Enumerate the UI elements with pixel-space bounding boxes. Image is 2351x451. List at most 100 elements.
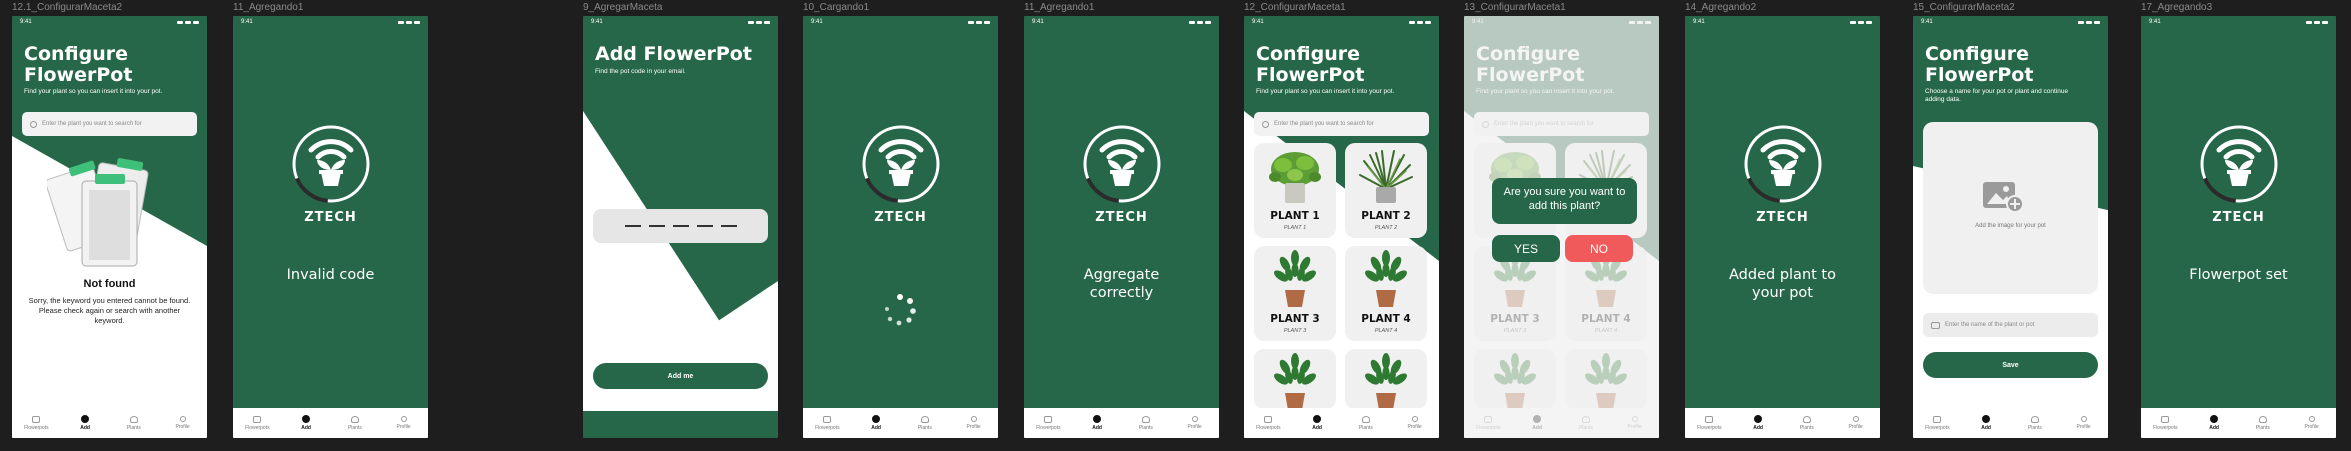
nav-flowerpots[interactable]: Flowerpots: [1028, 415, 1068, 431]
save-button[interactable]: Save: [1923, 352, 2098, 378]
nav-profile[interactable]: Profile: [384, 416, 424, 430]
add-me-button[interactable]: Add me: [593, 363, 768, 389]
plant-card[interactable]: PLANT 1 PLANT 1: [1254, 143, 1336, 238]
heart-icon: [350, 415, 359, 423]
pot-code-input[interactable]: [593, 209, 768, 243]
nav-add[interactable]: Add: [1077, 415, 1117, 431]
name-input[interactable]: Enter the name of the plant or pot: [1923, 313, 2098, 337]
plant-name: PLANT 3: [1270, 313, 1320, 325]
not-found-title: Not found: [83, 278, 136, 290]
nav-add[interactable]: Add: [1297, 415, 1337, 431]
plant-name: PLANT 2: [1361, 210, 1411, 222]
zz-plant-icon: [1265, 353, 1325, 413]
screen-added-plant: 9:41 ZTECH Added plant to your pot Flowe…: [1685, 16, 1880, 438]
nav-label: Profile: [1187, 424, 1202, 430]
nav-profile[interactable]: Profile: [954, 416, 994, 430]
brand-name: ZTECH: [1095, 210, 1148, 225]
ztech-logo-icon: [1743, 124, 1823, 204]
nav-flowerpots[interactable]: Flowerpots: [2145, 415, 2185, 431]
plant-card[interactable]: PLANT 2 PLANT 2: [1345, 143, 1427, 238]
status-bar: 9:41: [1244, 16, 1439, 28]
nav-label: Profile: [1407, 424, 1422, 430]
search-icon: [30, 120, 37, 128]
nav-profile[interactable]: Profile: [2292, 416, 2332, 430]
screen-aggregate-correctly: 9:41 ZTECH Aggregate correctly Flowerpot…: [1024, 16, 1219, 438]
nav-label: Profile: [396, 424, 411, 430]
nav-plants[interactable]: Plants: [114, 415, 154, 431]
nav-flowerpots[interactable]: Flowerpots: [1917, 415, 1957, 431]
flowerpot-icon: [1705, 415, 1714, 423]
bottom-nav: Flowerpots Add Plants Profile: [233, 408, 428, 438]
nav-label: Plants: [1799, 424, 1814, 431]
plant-card[interactable]: [1345, 349, 1427, 409]
nav-flowerpots[interactable]: Flowerpots: [1248, 415, 1288, 431]
user-icon: [1191, 416, 1198, 422]
nav-label: Flowerpots: [1925, 424, 1950, 431]
search-input[interactable]: Enter the plant you want to search for: [1254, 112, 1429, 136]
nav-add[interactable]: Add: [1738, 415, 1778, 431]
nav-profile[interactable]: Profile: [1836, 416, 1876, 430]
nav-add[interactable]: Add: [65, 415, 105, 431]
user-icon: [1411, 416, 1418, 422]
name-placeholder: Enter the name of the plant or pot: [1945, 322, 2035, 328]
nav-plants[interactable]: Plants: [1787, 415, 1827, 431]
no-button[interactable]: NO: [1565, 235, 1633, 262]
bottom-nav: Flowerpots Add Plants Profile: [12, 408, 207, 438]
status-message: Invalid code: [286, 267, 375, 283]
page-title: Configure FlowerPot: [1925, 43, 2034, 86]
nav-label: Plants: [1358, 424, 1373, 431]
heart-icon: [1802, 415, 1811, 423]
heart-icon: [2258, 415, 2267, 423]
nav-plants[interactable]: Plants: [2243, 415, 2283, 431]
flowerpot-icon: [823, 415, 832, 423]
status-bar: 9:41: [1024, 16, 1219, 28]
nav-add[interactable]: Add: [286, 415, 326, 431]
plant-card[interactable]: [1254, 349, 1336, 409]
nav-flowerpots[interactable]: Flowerpots: [1689, 415, 1729, 431]
nav-profile[interactable]: Profile: [1395, 416, 1435, 430]
nav-label: Profile: [2076, 424, 2091, 430]
page-subtitle: Find your plant so you can insert it int…: [1256, 88, 1395, 95]
bottom-nav: Flowerpots Add Plants Profile: [803, 408, 998, 438]
nav-plants[interactable]: Plants: [1346, 415, 1386, 431]
confirm-dialog-message: Are you sure you want to add this plant?: [1492, 178, 1637, 224]
system-icons: [2306, 20, 2328, 24]
nav-label: Profile: [175, 424, 190, 430]
nav-add[interactable]: Add: [2194, 415, 2234, 431]
plant-subtitle: PLANT 4: [1374, 328, 1398, 334]
nav-label: Add: [1753, 425, 1763, 431]
plant-name: PLANT 4: [1361, 313, 1411, 325]
nav-flowerpots[interactable]: Flowerpots: [16, 415, 56, 431]
nav-plants[interactable]: Plants: [1126, 415, 1166, 431]
nav-flowerpots[interactable]: Flowerpots: [807, 415, 847, 431]
frame-label: 9_AgregarMaceta: [583, 2, 663, 13]
image-upload-area[interactable]: Add the image for your pot: [1923, 122, 2098, 294]
heart-icon: [1361, 415, 1370, 423]
nav-plants[interactable]: Plants: [335, 415, 375, 431]
spider-plant-icon: [1356, 147, 1416, 207]
heart-icon: [2030, 415, 2039, 423]
flowerpot-icon: [1933, 415, 1942, 423]
nav-flowerpots[interactable]: Flowerpots: [237, 415, 277, 431]
yes-button[interactable]: YES: [1492, 235, 1560, 262]
clipboard-illustration: [47, 158, 149, 267]
nav-add[interactable]: Add: [856, 415, 896, 431]
nav-add[interactable]: Add: [1966, 415, 2006, 431]
nav-profile[interactable]: Profile: [1175, 416, 1215, 430]
nav-profile[interactable]: Profile: [2064, 416, 2104, 430]
status-time: 9:41: [1032, 19, 1044, 25]
plant-card[interactable]: PLANT 4 PLANT 4: [1345, 246, 1427, 341]
search-input[interactable]: Enter the plant you want to search for: [22, 112, 197, 136]
modal-overlay[interactable]: [1464, 16, 1659, 438]
flowerpot-icon: [32, 415, 41, 423]
screen-add-flowerpot: 9:41 Add FlowerPot Find the pot code in …: [583, 16, 778, 438]
status-bar: 9:41: [1913, 16, 2108, 28]
add-icon: [1982, 415, 1991, 423]
image-hint: Add the image for your pot: [1975, 223, 2046, 229]
plant-card[interactable]: PLANT 3 PLANT 3: [1254, 246, 1336, 341]
nav-profile[interactable]: Profile: [163, 416, 203, 430]
zz-plant-icon: [1356, 353, 1416, 413]
screen-flowerpot-set: 9:41 ZTECH Flowerpot set Flowerpots Add …: [2141, 16, 2336, 438]
nav-plants[interactable]: Plants: [905, 415, 945, 431]
nav-plants[interactable]: Plants: [2015, 415, 2055, 431]
